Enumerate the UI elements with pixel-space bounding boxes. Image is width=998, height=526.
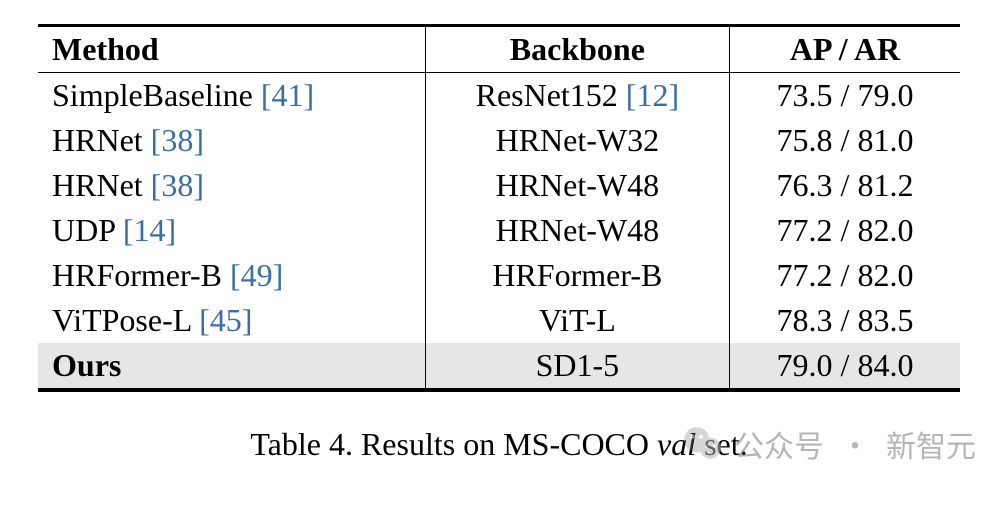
table-row: SimpleBaseline [41] ResNet152 [12] 73.5 … — [38, 73, 960, 119]
backbone-name: HRNet-W32 — [425, 118, 729, 163]
ap-ar-value: 79.0 / 84.0 — [729, 343, 960, 389]
cite-ref: [45] — [199, 302, 252, 338]
table-row: HRFormer-B [49] HRFormer-B 77.2 / 82.0 — [38, 253, 960, 298]
col-header-apar: AP / AR — [729, 26, 960, 73]
ap-ar-value: 77.2 / 82.0 — [729, 208, 960, 253]
method-name: HRNet — [52, 167, 151, 203]
col-header-backbone: Backbone — [425, 26, 729, 73]
backbone-name: HRNet-W48 — [425, 163, 729, 208]
backbone-name: HRNet-W48 — [425, 208, 729, 253]
method-name: SimpleBaseline — [52, 77, 261, 113]
cite-ref: [38] — [151, 167, 204, 203]
cite-ref: [12] — [626, 77, 679, 113]
table-caption: Table 4. Results on MS-COCO val set. — [38, 426, 960, 463]
cite-ref: [38] — [151, 122, 204, 158]
ap-ar-value: 77.2 / 82.0 — [729, 253, 960, 298]
method-name: ViTPose-L — [52, 302, 199, 338]
method-name: Ours — [38, 343, 425, 389]
table-row: HRNet [38] HRNet-W32 75.8 / 81.0 — [38, 118, 960, 163]
ap-ar-value: 75.8 / 81.0 — [729, 118, 960, 163]
table-row: UDP [14] HRNet-W48 77.2 / 82.0 — [38, 208, 960, 253]
backbone-name: ViT-L — [425, 298, 729, 343]
ap-ar-value: 76.3 / 81.2 — [729, 163, 960, 208]
cite-ref: [41] — [261, 77, 314, 113]
method-name: UDP — [52, 212, 123, 248]
ap-ar-value: 73.5 / 79.0 — [729, 73, 960, 119]
table-row-ours: Ours SD1-5 79.0 / 84.0 — [38, 343, 960, 389]
table-row: ViTPose-L [45] ViT-L 78.3 / 83.5 — [38, 298, 960, 343]
results-table: Method Backbone AP / AR SimpleBaseline [… — [38, 24, 960, 392]
method-name: HRNet — [52, 122, 151, 158]
ap-ar-value: 78.3 / 83.5 — [729, 298, 960, 343]
col-header-method: Method — [38, 26, 425, 73]
method-name: HRFormer-B — [52, 257, 230, 293]
table-row: HRNet [38] HRNet-W48 76.3 / 81.2 — [38, 163, 960, 208]
cite-ref: [49] — [230, 257, 283, 293]
backbone-name: HRFormer-B — [425, 253, 729, 298]
backbone-name: SD1-5 — [425, 343, 729, 389]
cite-ref: [14] — [123, 212, 176, 248]
backbone-name: ResNet152 — [476, 77, 626, 113]
